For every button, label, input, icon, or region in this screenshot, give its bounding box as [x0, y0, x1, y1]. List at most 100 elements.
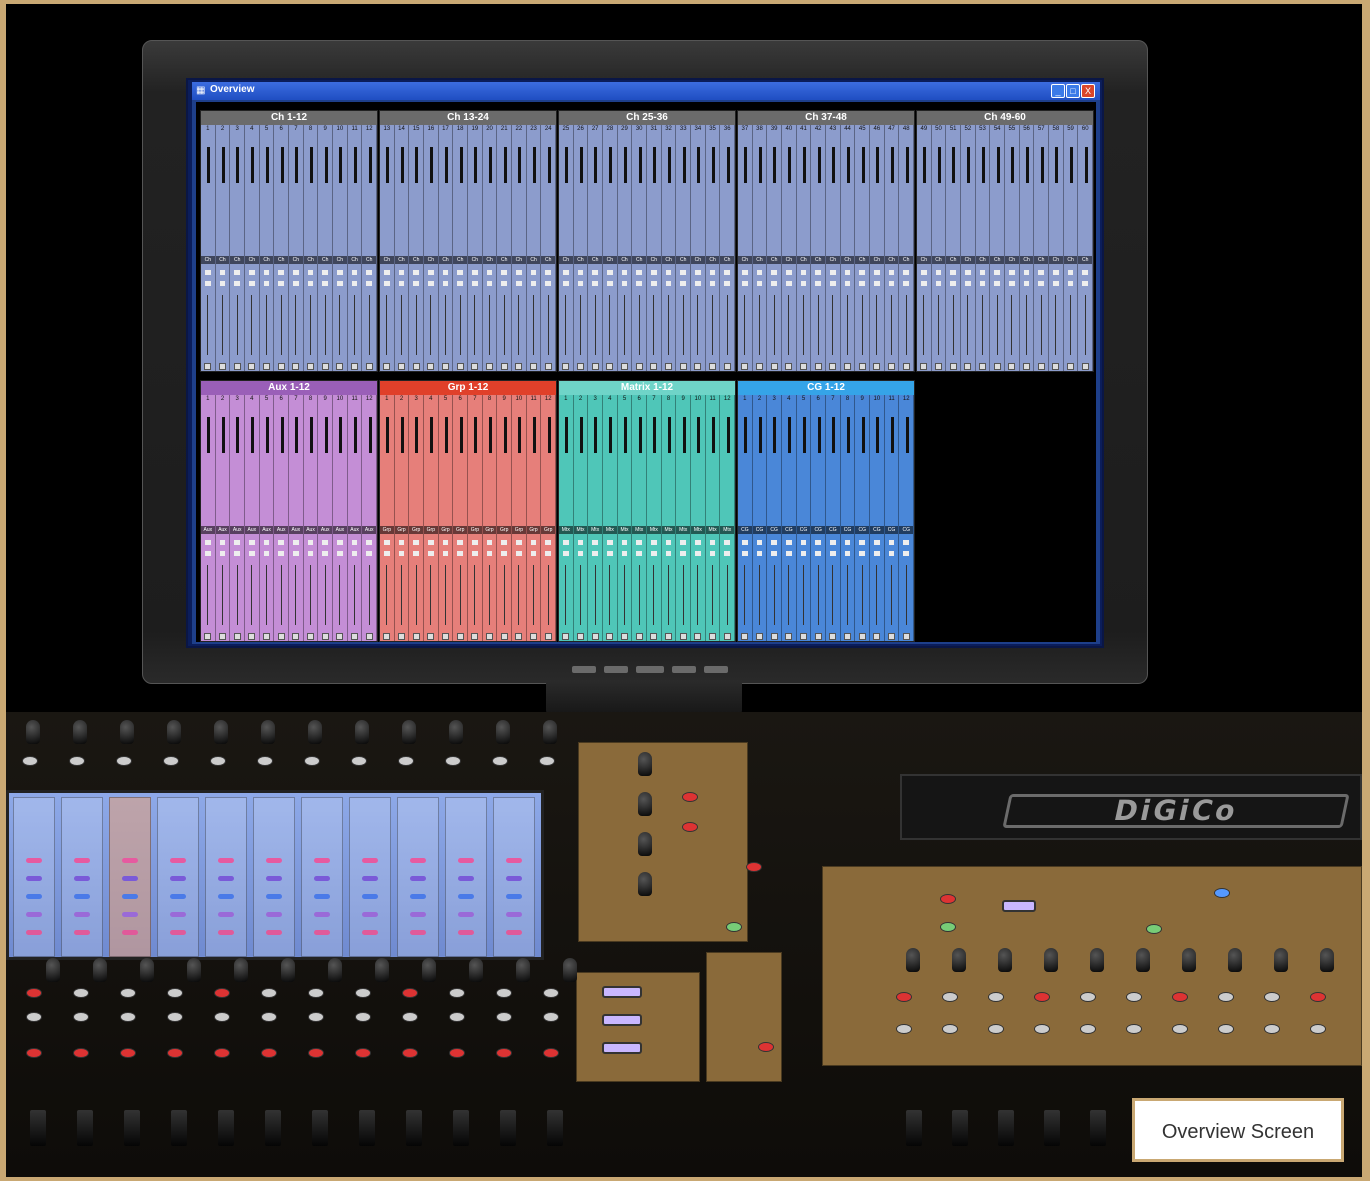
- strip-button[interactable]: [742, 281, 748, 286]
- screen-control-dot[interactable]: [458, 930, 474, 935]
- strip-button[interactable]: [888, 281, 895, 286]
- strip-button[interactable]: [366, 540, 372, 545]
- strip-button[interactable]: [234, 281, 240, 286]
- mute-button[interactable]: [402, 1048, 418, 1058]
- channel-strip[interactable]: 36 Ch: [720, 125, 735, 371]
- centre-button[interactable]: [682, 822, 698, 832]
- master-button[interactable]: [1080, 992, 1096, 1002]
- master-knob[interactable]: [1228, 948, 1242, 972]
- mute-button[interactable]: [496, 1048, 512, 1058]
- channel-strip[interactable]: 2 CG: [752, 395, 768, 641]
- fader-cap[interactable]: [665, 363, 672, 370]
- screen-control-dot[interactable]: [362, 930, 378, 935]
- strip-button[interactable]: [786, 270, 792, 275]
- console-screen-strip[interactable]: [253, 797, 295, 957]
- screen-control-dot[interactable]: [314, 894, 330, 899]
- select-button[interactable]: [69, 756, 85, 766]
- channel-fader[interactable]: [77, 1110, 93, 1146]
- strip-button[interactable]: [577, 270, 584, 275]
- screen-control-dot[interactable]: [410, 894, 426, 899]
- screen-control-dot[interactable]: [458, 912, 474, 917]
- strip-button[interactable]: [293, 281, 299, 286]
- fader-cap[interactable]: [606, 633, 614, 640]
- function-button[interactable]: [449, 988, 465, 998]
- strip-button[interactable]: [501, 540, 507, 545]
- strip-button[interactable]: [921, 281, 927, 286]
- strip-button[interactable]: [472, 551, 478, 556]
- strip-button[interactable]: [234, 270, 240, 275]
- master-button[interactable]: [988, 992, 1004, 1002]
- fader-cap[interactable]: [935, 363, 942, 370]
- strip-button[interactable]: [621, 270, 628, 275]
- rotary-knob[interactable]: [281, 958, 295, 982]
- channel-strip[interactable]: 2 Ch: [215, 125, 231, 371]
- channel-strip[interactable]: 3 Grp: [409, 395, 425, 641]
- channel-strip[interactable]: 9 Grp: [497, 395, 513, 641]
- centre-knob[interactable]: [638, 792, 652, 816]
- master-button[interactable]: [940, 894, 956, 904]
- master-knob[interactable]: [1044, 948, 1058, 972]
- select-button[interactable]: [398, 756, 414, 766]
- fader-cap[interactable]: [621, 363, 628, 370]
- strip-button[interactable]: [442, 540, 449, 545]
- strip-button[interactable]: [636, 281, 642, 286]
- fader-cap[interactable]: [263, 363, 270, 370]
- screen-control-dot[interactable]: [170, 876, 186, 881]
- screen-control-dot[interactable]: [170, 912, 186, 917]
- fader-cap[interactable]: [442, 363, 449, 370]
- fader-cap[interactable]: [741, 633, 749, 640]
- strip-button[interactable]: [844, 540, 851, 545]
- strip-button[interactable]: [665, 540, 672, 545]
- rotary-knob[interactable]: [308, 720, 322, 744]
- strip-button[interactable]: [337, 540, 343, 545]
- channel-strip[interactable]: 1 Aux: [201, 395, 216, 641]
- console-screen-strip[interactable]: [109, 797, 151, 957]
- rotary-knob[interactable]: [187, 958, 201, 982]
- screen-control-dot[interactable]: [266, 894, 282, 899]
- channel-fader[interactable]: [547, 1110, 563, 1146]
- channel-strip[interactable]: 33 Ch: [676, 125, 692, 371]
- strip-button[interactable]: [457, 540, 463, 545]
- screen-control-dot[interactable]: [218, 912, 234, 917]
- strip-button[interactable]: [636, 270, 642, 275]
- strip-button[interactable]: [1023, 281, 1030, 286]
- screen-control-dot[interactable]: [74, 894, 90, 899]
- rotary-knob[interactable]: [26, 720, 40, 744]
- channel-strip[interactable]: 43 Ch: [826, 125, 841, 371]
- strip-button[interactable]: [830, 281, 836, 286]
- strip-button[interactable]: [874, 551, 880, 556]
- channel-strip[interactable]: 31 Ch: [647, 125, 662, 371]
- strip-button[interactable]: [592, 270, 598, 275]
- function-button[interactable]: [261, 1012, 277, 1022]
- rotary-knob[interactable]: [543, 720, 557, 744]
- fader-cap[interactable]: [873, 363, 881, 370]
- bank-header[interactable]: Grp 1-12: [380, 381, 556, 395]
- rotary-knob[interactable]: [328, 958, 342, 982]
- strip-button[interactable]: [563, 270, 569, 275]
- screen-control-dot[interactable]: [266, 858, 282, 863]
- rotary-knob[interactable]: [73, 720, 87, 744]
- channel-strip[interactable]: 2 Aux: [215, 395, 231, 641]
- fader-cap[interactable]: [562, 633, 570, 640]
- function-button[interactable]: [26, 1012, 42, 1022]
- channel-strip[interactable]: 6 Ch: [274, 125, 290, 371]
- channel-strip[interactable]: 44 Ch: [840, 125, 856, 371]
- strip-button[interactable]: [545, 551, 551, 556]
- centre-button[interactable]: [746, 862, 762, 872]
- strip-button[interactable]: [530, 551, 537, 556]
- fader-cap[interactable]: [412, 363, 420, 370]
- screen-control-dot[interactable]: [74, 876, 90, 881]
- channel-strip[interactable]: 17 Ch: [438, 125, 454, 371]
- strip-button[interactable]: [322, 281, 328, 286]
- centre-button[interactable]: [726, 922, 742, 932]
- mute-button[interactable]: [355, 1048, 371, 1058]
- master-button[interactable]: [1034, 992, 1050, 1002]
- strip-button[interactable]: [771, 551, 777, 556]
- centre-knob[interactable]: [638, 872, 652, 896]
- fader-cap[interactable]: [723, 633, 731, 640]
- strip-button[interactable]: [486, 540, 493, 545]
- fader-cap[interactable]: [321, 633, 329, 640]
- master-button[interactable]: [1264, 1024, 1280, 1034]
- channel-strip[interactable]: 11 Ch: [347, 125, 363, 371]
- master-button[interactable]: [1310, 992, 1326, 1002]
